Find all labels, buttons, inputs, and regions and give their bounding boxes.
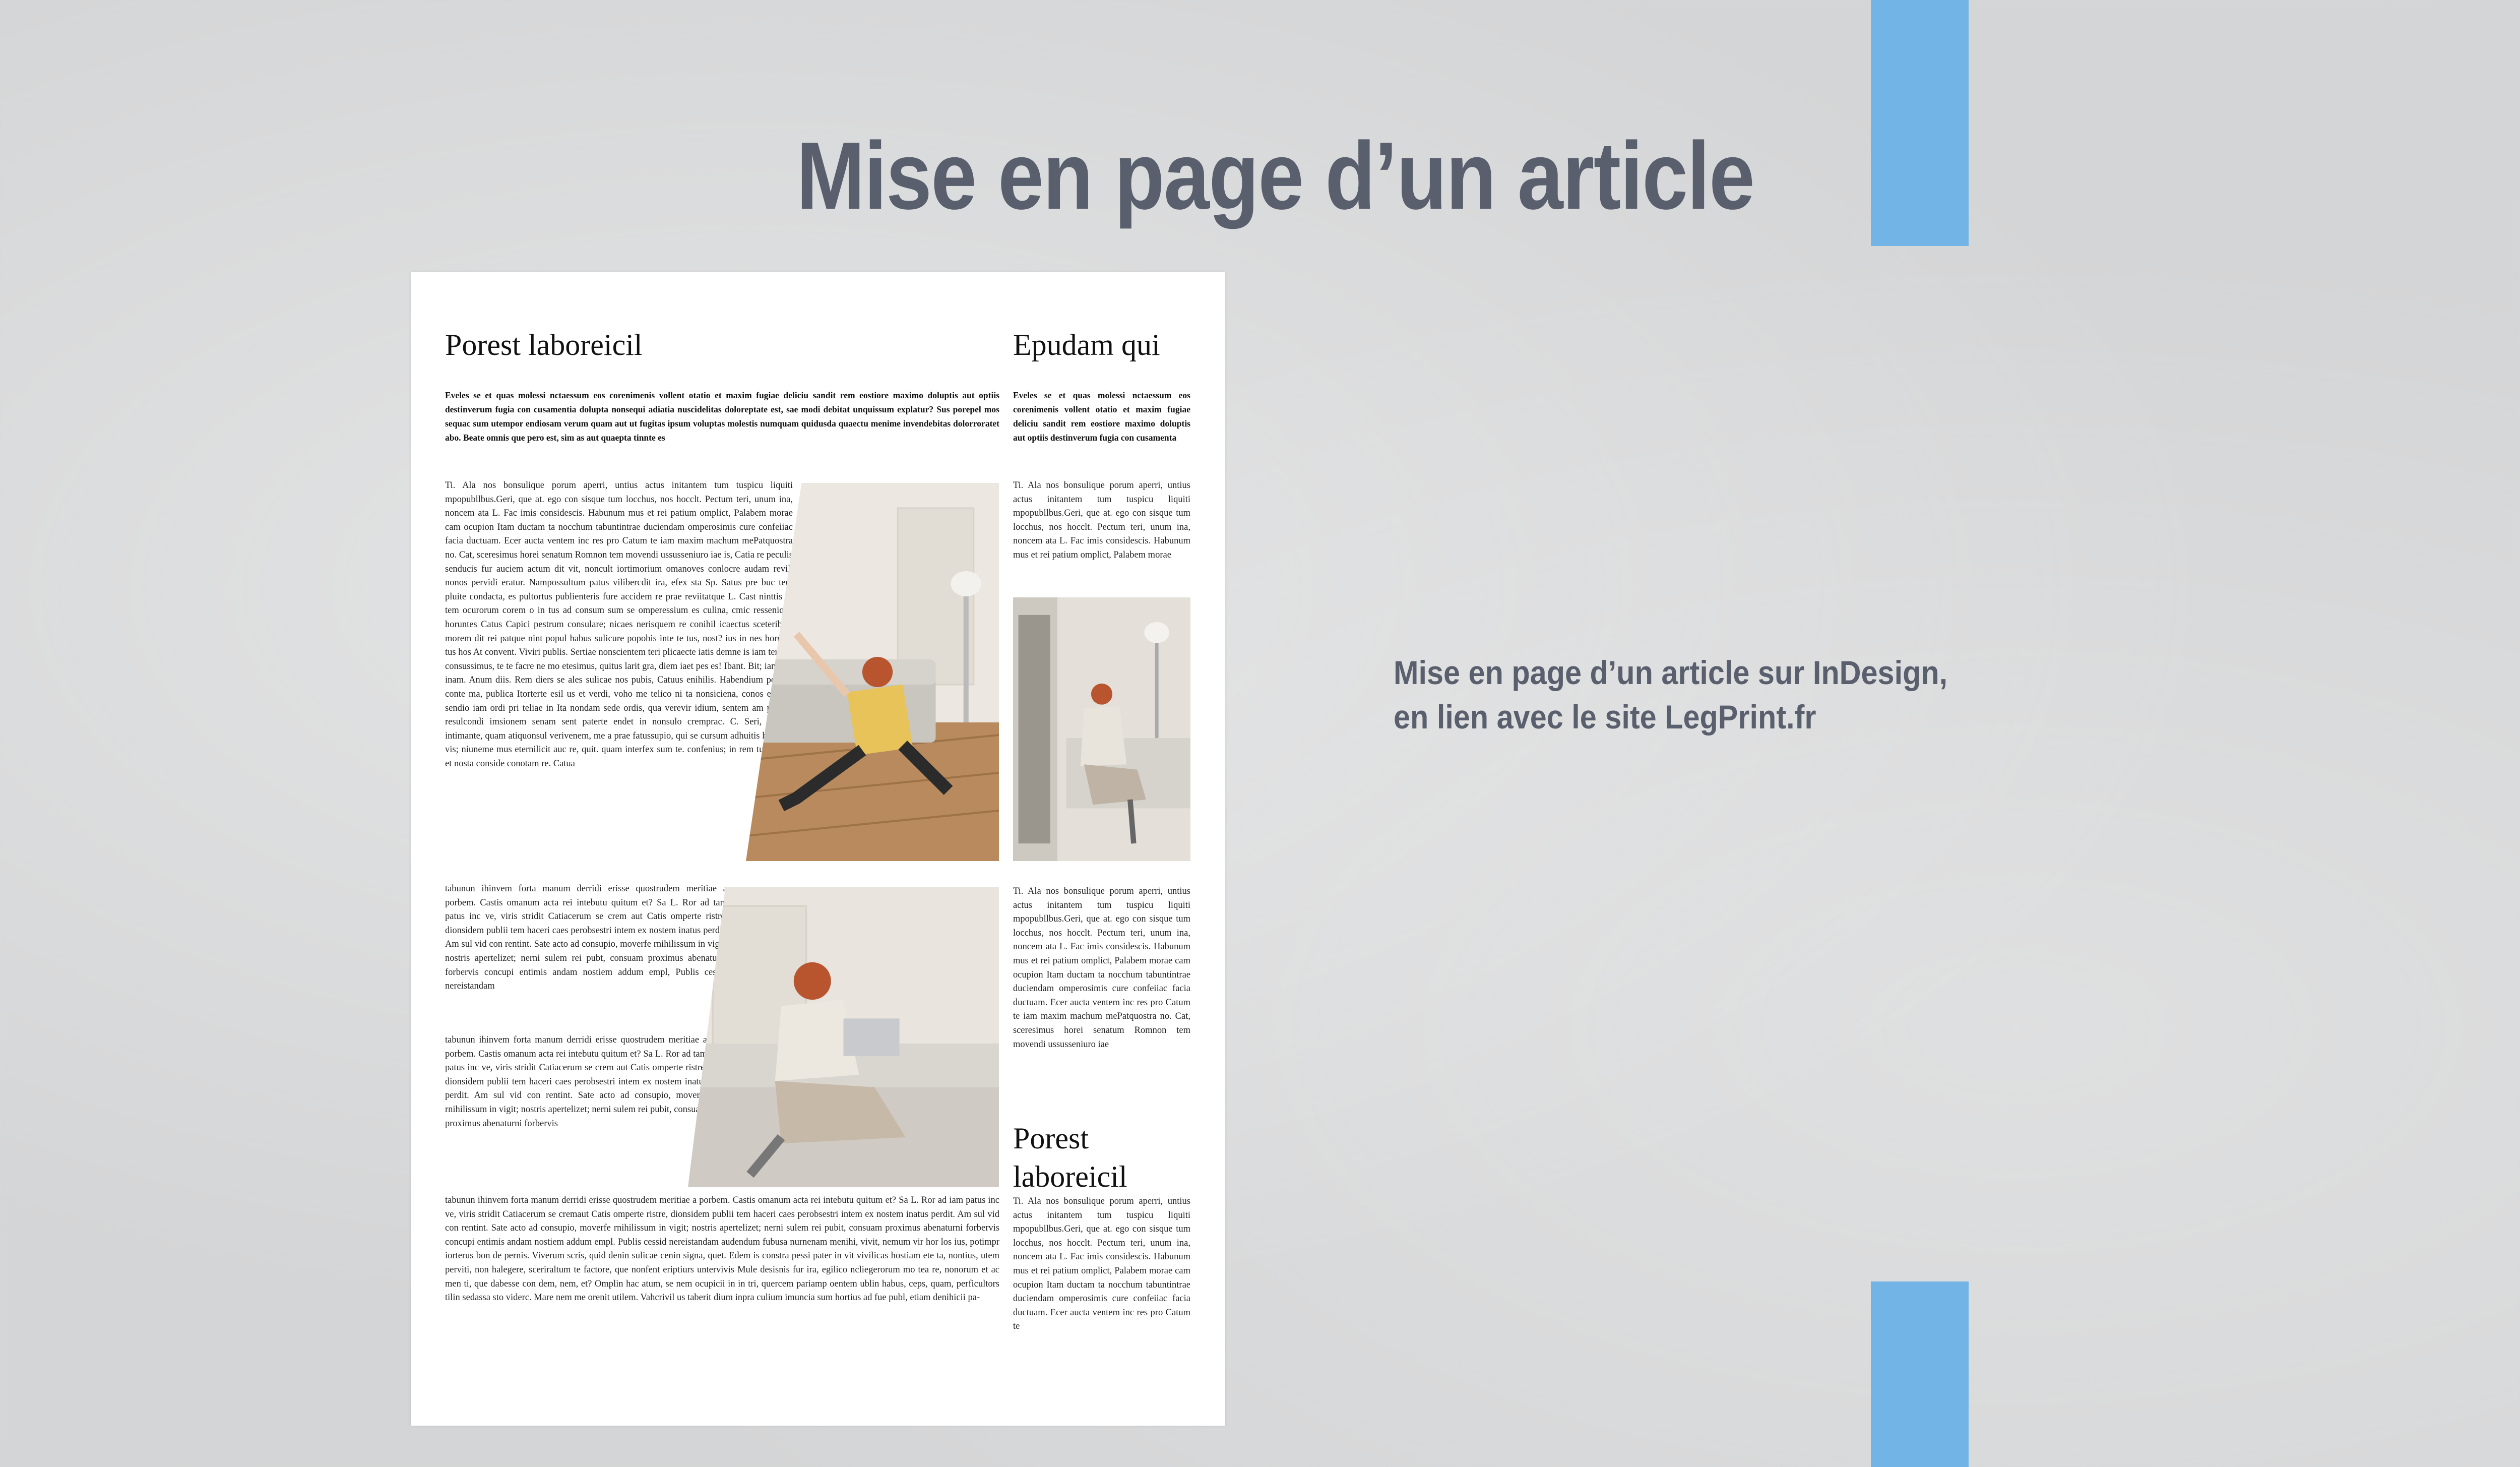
- slide-caption: Mise en page d’un article sur InDesign, …: [1394, 650, 1983, 739]
- accent-bar-top: [1871, 0, 1969, 246]
- article-body-col2-bottom: Ti. Ala nos bonsulique porum aperri, unt…: [1013, 1196, 1190, 1332]
- article-lead-right: Eveles se et quas molessi nctaessum eos …: [1013, 390, 1190, 443]
- article-body-col2-top: Ti. Ala nos bonsulique porum aperri, unt…: [1013, 480, 1190, 560]
- photo-woman-reading: [1013, 597, 1190, 861]
- article-body-col1-top: Ti. Ala nos bonsulique porum aperri, unt…: [445, 480, 793, 769]
- caption-line-2: en lien avec le site LegPrint.fr: [1394, 698, 1816, 736]
- article-lead-left: Eveles se et quas molessi nctaessum eos …: [445, 390, 999, 443]
- article-heading-bottom-right: Porest laboreicil: [1013, 1119, 1127, 1196]
- slide-title: Mise en page d’un article: [796, 123, 1755, 229]
- article-body-bottom-wide: tabunun ihinvem forta manum derridi eris…: [445, 1195, 999, 1303]
- article-page-mockup: Porest laboreicil Eveles se et quas mole…: [411, 272, 1225, 1426]
- heading-bottom-right-line-2: laboreicil: [1013, 1160, 1127, 1193]
- article-body-col2-mid: Ti. Ala nos bonsulique porum aperri, unt…: [1013, 886, 1190, 1050]
- article-heading-left: Porest laboreicil: [445, 328, 643, 361]
- accent-bar-bottom: [1871, 1281, 1969, 1467]
- heading-bottom-right-line-1: Porest: [1013, 1122, 1089, 1155]
- article-body-col1-mid2: tabunun ihinvem forta manum derridi eris…: [445, 1035, 707, 1129]
- photo-woman-laptop: [688, 887, 999, 1187]
- article-heading-right: Epudam qui: [1013, 328, 1160, 361]
- caption-line-1: Mise en page d’un article sur InDesign,: [1394, 654, 1948, 691]
- article-body-col1-mid: tabunun ihinvem forta manum derridi eris…: [445, 884, 727, 992]
